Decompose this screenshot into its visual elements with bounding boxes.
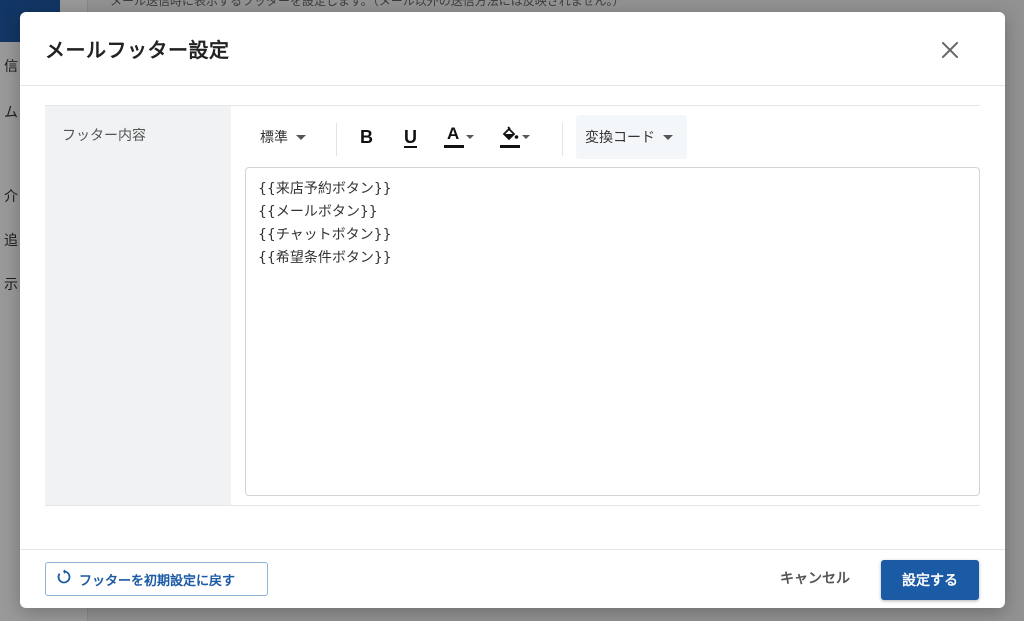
chevron-down-icon — [296, 134, 306, 140]
underline-icon: U — [404, 126, 417, 147]
editor-line: {{メールボタン}} — [258, 204, 378, 220]
editor-toolbar: 標準 B U A 変換コード — [232, 115, 712, 159]
underline-button[interactable]: U — [404, 115, 417, 159]
reset-footer-label: フッターを初期設定に戻す — [79, 573, 236, 589]
chevron-down-icon — [466, 135, 474, 139]
chevron-down-icon — [522, 135, 530, 139]
editor-line: {{希望条件ボタン}} — [258, 250, 392, 266]
convert-code-dropdown[interactable]: 変換コード — [576, 115, 687, 159]
toolbar-divider — [562, 123, 563, 156]
reset-footer-button[interactable]: フッターを初期設定に戻す — [45, 562, 268, 596]
bold-icon: B — [360, 126, 373, 147]
submit-button[interactable]: 設定する — [881, 560, 979, 600]
bold-button[interactable]: B — [360, 115, 373, 159]
editor-line: {{チャットボタン}} — [258, 227, 392, 243]
convert-code-label: 変換コード — [585, 130, 655, 146]
close-icon[interactable] — [936, 36, 964, 64]
toolbar-divider — [336, 123, 337, 156]
font-color-icon: A — [444, 124, 464, 150]
modal-header: メールフッター設定 — [20, 12, 1005, 86]
modal-title: メールフッター設定 — [45, 38, 230, 62]
chevron-down-icon — [663, 134, 673, 140]
background-color-button[interactable] — [500, 115, 530, 159]
paint-bucket-icon — [500, 124, 520, 150]
refresh-icon — [56, 569, 72, 589]
text-style-dropdown[interactable]: 標準 — [260, 115, 306, 159]
footer-content-editor[interactable]: {{来店予約ボタン}} {{メールボタン}} {{チャットボタン}} {{希望条… — [245, 167, 980, 496]
cancel-button[interactable]: キャンセル — [780, 568, 850, 588]
footer-settings-modal: メールフッター設定 フッター内容 標準 B U A 変換コード {{来店予約ボタ… — [20, 12, 1005, 608]
font-color-button[interactable]: A — [444, 115, 474, 159]
form-label-cell: フッター内容 — [45, 106, 231, 505]
editor-line: {{来店予約ボタン}} — [258, 181, 392, 197]
modal-footer: フッターを初期設定に戻す キャンセル 設定する — [20, 549, 1005, 608]
footer-content-label: フッター内容 — [62, 128, 146, 144]
text-style-label: 標準 — [260, 130, 288, 146]
